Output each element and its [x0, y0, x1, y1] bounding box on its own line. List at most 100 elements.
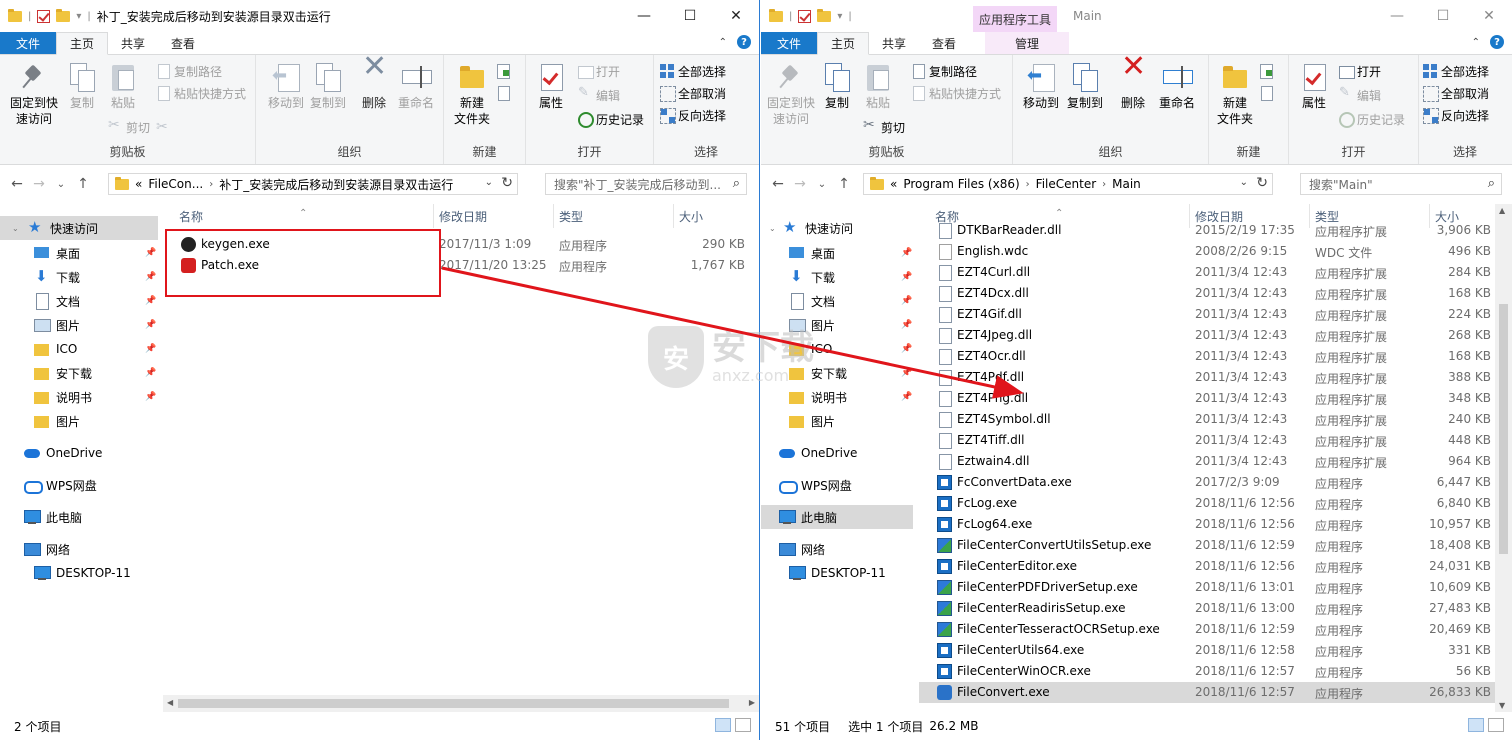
- refresh-icon[interactable]: ↻: [1256, 175, 1268, 191]
- search-input[interactable]: 搜索"Main" ⌕: [1300, 173, 1502, 195]
- tab-file[interactable]: 文件: [761, 32, 818, 54]
- nav-downloads[interactable]: 下载 📌: [0, 265, 158, 289]
- column-type[interactable]: 类型: [559, 208, 583, 225]
- nav-wps[interactable]: WPS网盘: [761, 473, 913, 497]
- nav-onedrive[interactable]: OneDrive: [761, 441, 913, 465]
- properties-button[interactable]: 属性: [1291, 61, 1337, 111]
- collapse-ribbon-icon[interactable]: ⌃: [1472, 37, 1480, 48]
- new-item-button[interactable]: [1259, 61, 1273, 81]
- tab-view[interactable]: 查看: [919, 32, 969, 54]
- recent-dropdown-icon[interactable]: ⌄: [50, 179, 72, 190]
- paste-button[interactable]: 粘贴: [97, 61, 149, 111]
- help-icon[interactable]: ?: [1490, 35, 1504, 49]
- nav-quick-access[interactable]: ⌄ 快速访问: [761, 216, 913, 240]
- scroll-up-icon[interactable]: ▲: [1499, 206, 1505, 215]
- new-folder-button[interactable]: 新建 文件夹: [1211, 61, 1259, 127]
- properties-quick-icon[interactable]: [37, 9, 51, 23]
- nav-network[interactable]: 网络: [761, 537, 913, 561]
- scroll-down-icon[interactable]: ▼: [1499, 701, 1505, 710]
- scroll-right-icon[interactable]: ▶: [749, 698, 755, 707]
- rename-button[interactable]: 重命名: [390, 61, 442, 111]
- file-row[interactable]: FileCenterEditor.exe 2018/11/6 12:56 应用程序 2…: [919, 556, 1495, 577]
- select-all-button[interactable]: 全部选择: [660, 61, 726, 81]
- file-row[interactable]: EZT4Pdf.dll 2011/3/4 12:43 应用程序扩展 388 KB: [919, 367, 1495, 388]
- nav-desktop[interactable]: 桌面 📌: [761, 241, 913, 265]
- invert-selection-button[interactable]: 反向选择: [1423, 105, 1489, 125]
- nav-quick-access[interactable]: ⌄ 快速访问: [0, 216, 158, 240]
- column-date[interactable]: 修改日期: [439, 208, 487, 225]
- invert-selection-button[interactable]: 反向选择: [660, 105, 726, 125]
- nav-pictures-folder[interactable]: 图片: [0, 409, 158, 433]
- tab-home[interactable]: 主页: [817, 32, 870, 55]
- file-row[interactable]: EZT4Png.dll 2011/3/4 12:43 应用程序扩展 348 KB: [919, 388, 1495, 409]
- file-row[interactable]: FcLog64.exe 2018/11/6 12:56 应用程序 10,957 KB: [919, 514, 1495, 535]
- nav-this-pc[interactable]: 此电脑: [761, 505, 913, 529]
- file-row[interactable]: FileConvert.exe 2018/11/6 12:57 应用程序 26,833…: [919, 682, 1495, 703]
- nav-desktop-pc[interactable]: DESKTOP-11: [761, 561, 913, 585]
- new-folder-quick-icon[interactable]: [817, 8, 832, 22]
- easy-access-button[interactable]: [496, 83, 510, 103]
- history-button[interactable]: 历史记录: [578, 109, 644, 129]
- properties-quick-icon[interactable]: [798, 9, 812, 23]
- file-row[interactable]: FileCenterTesseractOCRSetup.exe 2018/11/6…: [919, 619, 1495, 640]
- address-bar[interactable]: « FileCon... › 补丁_安装完成后移动到安装源目录双击运行 ⌄ ↻: [108, 173, 518, 195]
- refresh-icon[interactable]: ↻: [501, 175, 513, 191]
- rename-button[interactable]: 重命名: [1151, 61, 1203, 111]
- address-bar[interactable]: « Program Files (x86) › FileCenter › Mai…: [863, 173, 1273, 195]
- back-icon[interactable]: ←: [767, 176, 789, 192]
- scroll-thumb[interactable]: [178, 699, 729, 708]
- paste-button[interactable]: 粘贴: [852, 61, 904, 111]
- file-row[interactable]: DTKBarReader.dll 2015/2/19 17:35 应用程序扩展 3,9…: [919, 220, 1495, 241]
- file-row[interactable]: EZT4Curl.dll 2011/3/4 12:43 应用程序扩展 284 KB: [919, 262, 1495, 283]
- copy-path-button[interactable]: 复制路径: [911, 61, 977, 81]
- nav-network[interactable]: 网络: [0, 537, 158, 561]
- file-row[interactable]: FcLog.exe 2018/11/6 12:56 应用程序 6,840 KB: [919, 493, 1495, 514]
- history-button[interactable]: 历史记录: [1339, 109, 1405, 129]
- tab-share[interactable]: 共享: [108, 32, 158, 54]
- up-icon[interactable]: ↑: [72, 176, 94, 192]
- easy-access-button[interactable]: [1259, 83, 1273, 103]
- cut-button[interactable]: 剪切: [863, 117, 905, 137]
- file-row[interactable]: FileCenterWinOCR.exe 2018/11/6 12:57 应用程序 5…: [919, 661, 1495, 682]
- breadcrumb-1[interactable]: Program Files (x86): [903, 177, 1019, 191]
- file-row[interactable]: FileCenterPDFDriverSetup.exe 2018/11/6 13…: [919, 577, 1495, 598]
- paste-shortcut-button[interactable]: 粘贴快捷方式: [156, 83, 246, 103]
- scroll-left-icon[interactable]: ◀: [167, 698, 173, 707]
- file-row[interactable]: Eztwain4.dll 2011/3/4 12:43 应用程序扩展 964 KB: [919, 451, 1495, 472]
- search-input[interactable]: 搜索"补丁_安装完成后移动到... ⌕: [545, 173, 747, 195]
- new-item-button[interactable]: [496, 61, 510, 81]
- paste-shortcut-button[interactable]: 粘贴快捷方式: [911, 83, 1001, 103]
- minimize-button[interactable]: —: [621, 0, 667, 32]
- pin-quick-access-button[interactable]: 固定到快 速访问: [6, 61, 62, 127]
- file-row[interactable]: English.wdc 2008/2/26 9:15 WDC 文件 496 KB: [919, 241, 1495, 262]
- tab-manage[interactable]: 管理: [985, 32, 1070, 54]
- copy-to-button[interactable]: 复制到: [302, 61, 354, 111]
- nav-anxiazai[interactable]: 安下载 📌: [0, 361, 158, 385]
- breadcrumb-2[interactable]: 补丁_安装完成后移动到安装源目录双击运行: [219, 176, 453, 193]
- edit-button[interactable]: 编辑: [578, 85, 620, 105]
- maximize-button[interactable]: ☐: [1420, 0, 1466, 32]
- copy-path-button[interactable]: 复制路径: [156, 61, 222, 81]
- open-button[interactable]: 打开: [1339, 61, 1381, 81]
- nav-desktop[interactable]: 桌面 📌: [0, 241, 158, 265]
- file-row[interactable]: EZT4Symbol.dll 2011/3/4 12:43 应用程序扩展 240 KB: [919, 409, 1495, 430]
- minimize-button[interactable]: —: [1374, 0, 1420, 32]
- nav-desktop-pc[interactable]: DESKTOP-11: [0, 561, 158, 585]
- file-row[interactable]: FcConvertData.exe 2017/2/3 9:09 应用程序 6,447 …: [919, 472, 1495, 493]
- properties-button[interactable]: 属性: [528, 61, 574, 111]
- nav-pictures-folder[interactable]: 图片: [761, 409, 913, 433]
- horizontal-scrollbar[interactable]: ◀ ▶: [163, 695, 759, 712]
- large-icons-view-icon[interactable]: [1488, 718, 1504, 732]
- nav-documents[interactable]: 文档 📌: [761, 289, 913, 313]
- breadcrumb-1[interactable]: FileCon...: [148, 177, 203, 191]
- vertical-scrollbar[interactable]: ▲ ▼: [1495, 204, 1512, 712]
- nav-ico[interactable]: ICO 📌: [0, 337, 158, 361]
- forward-icon[interactable]: →: [789, 176, 811, 192]
- file-row[interactable]: FileCenterUtils64.exe 2018/11/6 12:58 应用程序…: [919, 640, 1495, 661]
- tab-share[interactable]: 共享: [869, 32, 919, 54]
- forward-icon[interactable]: →: [28, 176, 50, 192]
- recent-dropdown-icon[interactable]: ⌄: [811, 179, 833, 190]
- tab-view[interactable]: 查看: [158, 32, 208, 54]
- column-name[interactable]: 名称: [179, 208, 203, 225]
- address-dropdown-icon[interactable]: ⌄: [485, 177, 493, 188]
